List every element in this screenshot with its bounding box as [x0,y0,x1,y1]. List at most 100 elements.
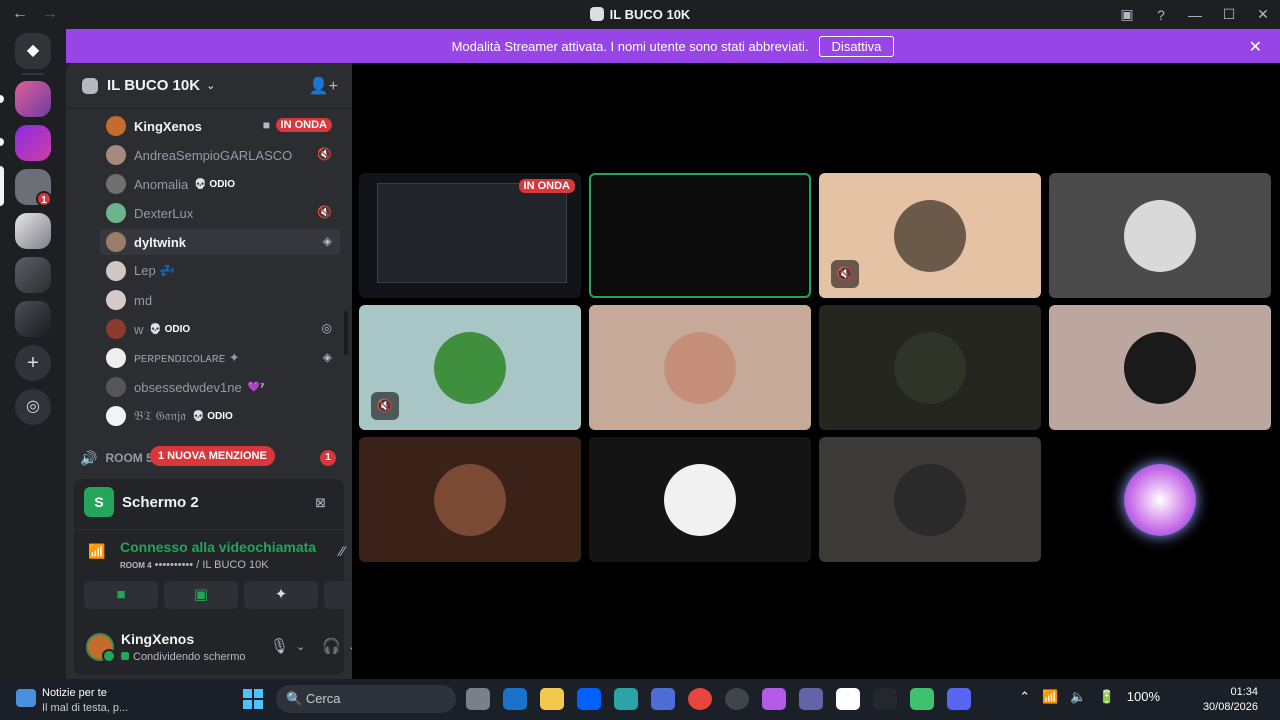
server-icon-5[interactable] [15,257,51,293]
video-tile[interactable] [1049,305,1271,430]
avatar [106,319,126,339]
video-tile[interactable] [589,437,811,562]
disable-streamer-button[interactable]: Disattiva [818,35,895,57]
discord-taskbar-icon[interactable] [947,688,971,710]
video-tile[interactable] [819,305,1041,430]
live-badge: IN ONDA [518,179,575,193]
chevron-up-icon[interactable]: ⌃ [1019,689,1030,705]
share-screen-button[interactable]: ▣ [164,581,238,609]
dropbox-icon[interactable] [577,688,601,710]
new-mention-pill[interactable]: 1 NUOVA MENZIONE [150,446,275,466]
participant-avatar [434,332,506,404]
avatar [106,145,126,165]
member-name: AndreaSempioGARLASCO [134,147,293,163]
clock[interactable]: 01:34 30/08/2026 [1203,685,1258,715]
chrome-icon[interactable] [688,688,712,710]
minimize-icon[interactable]: — [1178,7,1212,23]
video-tile[interactable]: 🔇 [359,305,581,430]
explore-icon[interactable]: ◎ [15,389,51,425]
inbox-icon[interactable]: ▣ [1110,6,1144,23]
server-header[interactable]: IL BUCO 10K ⌄ 👤+ [66,63,352,109]
channel-label: ROOM 5 [105,451,153,465]
battery-icon[interactable]: 🔋 [1099,689,1115,705]
server-list: ◆ 1 + ◎ [0,29,66,679]
muted-mic-icon: 🔇 [831,260,859,288]
member-row[interactable]: AndreaSempioGARLASCO 🔇 [100,142,340,168]
member-row[interactable]: dyltwink ◈ [100,229,340,255]
member-tag: 💀 ODIO [192,410,233,422]
close-banner-icon[interactable]: ✕ [1249,37,1262,57]
whatsapp-icon[interactable] [910,688,934,710]
mic-chevron-icon[interactable]: ⌄ [296,640,305,653]
windows-start-icon[interactable] [243,689,263,709]
invite-people-icon[interactable]: 👤+ [309,76,338,96]
member-tag: 💀 ODIO [149,323,191,335]
edge-icon[interactable] [614,688,638,710]
member-row[interactable]: Anomalia 💀 ODIO [100,171,340,197]
video-tile[interactable] [1049,437,1271,562]
teams-icon[interactable] [799,688,823,710]
channel-mention-badge: 1 [320,450,336,466]
amazon-icon[interactable] [836,688,860,710]
activities-button[interactable]: ✦ [244,581,318,609]
headphones-icon[interactable]: 🎧 [322,637,341,655]
scrollbar-thumb[interactable] [344,311,348,355]
participant-avatar [894,200,966,272]
avatar[interactable] [86,633,116,663]
member-row[interactable]: DexterLux 🔇 [100,200,340,226]
video-tile[interactable] [589,173,811,298]
video-tile[interactable]: IN ONDA [359,173,581,298]
close-icon[interactable]: ✕ [1246,6,1280,23]
member-row[interactable]: obsessedwdev1ne 💜⁷ [100,374,340,400]
video-tile[interactable] [1049,173,1271,298]
participant-avatar [664,464,736,536]
member-row[interactable]: 𝔅𝔗 𝔊𝔞𝔫𝔧𝔞 💀 ODIO [100,403,340,429]
video-tile[interactable] [359,437,581,562]
screen-title: Schermo 2 [122,493,199,511]
taskbar-search[interactable]: 🔍 Cerca [276,685,456,713]
noise-suppression-icon[interactable]: ∕∕ [340,543,345,559]
store-icon[interactable] [651,688,675,710]
add-server-icon[interactable]: + [15,345,51,381]
member-row[interactable]: Lep 💤 [100,258,340,284]
title-bar: ← → IL BUCO 10K ▣ ? — ☐ ✕ [0,0,1280,29]
video-tile[interactable]: 🔇 [819,173,1041,298]
server-icon-1[interactable] [15,81,51,117]
capcut-icon[interactable] [873,688,897,710]
member-row[interactable]: w 💀 ODIO ◎ [100,316,340,342]
connection-text[interactable]: Connesso alla videochiamata [120,539,316,555]
server-icon-6[interactable] [15,301,51,337]
screen-share-header: S Schermo 2 [84,487,199,517]
copilot-icon[interactable] [762,688,786,710]
member-name: md [134,292,153,308]
member-row[interactable]: md [100,287,340,313]
avatar [106,290,126,310]
live-badge: IN ONDA [275,118,332,132]
member-tag: 💜⁷ [247,381,265,393]
stop-stream-icon[interactable]: ⊠ [315,495,326,511]
member-name: Lep 💤 [134,263,176,278]
discord-home-button[interactable]: ◆ [15,33,51,69]
avatar [106,348,126,368]
video-tile[interactable] [819,437,1041,562]
avatar [106,203,126,223]
help-icon[interactable]: ? [1144,7,1178,23]
outlook-icon[interactable] [503,688,527,710]
streamer-mode-banner: Modalità Streamer attivata. I nomi utent… [66,29,1280,63]
server-icon-4[interactable] [15,213,51,249]
volume-icon[interactable]: 🔈 [1070,689,1086,705]
wifi-icon[interactable]: 📶 [1042,689,1058,705]
member-row[interactable]: ᴘᴇʀᴘᴇɴᴅɪᴄᴏʟᴀʀᴇ ✦ ◈ [100,345,340,371]
call-controls: ■ ▣ ✦ ♪ [84,581,398,609]
server-icon [589,7,604,21]
maximize-icon[interactable]: ☐ [1212,6,1246,23]
microphone-icon[interactable]: 🎙 [270,637,289,655]
obs-icon[interactable] [725,688,749,710]
video-tile[interactable] [589,305,811,430]
server-icon [82,77,98,94]
server-icon-2[interactable] [15,125,51,161]
task-view-icon[interactable] [466,688,490,710]
file-explorer-icon[interactable] [540,688,564,710]
member-row[interactable]: KingXenos ■ IN ONDA [100,113,340,139]
camera-button[interactable]: ■ [84,581,158,609]
